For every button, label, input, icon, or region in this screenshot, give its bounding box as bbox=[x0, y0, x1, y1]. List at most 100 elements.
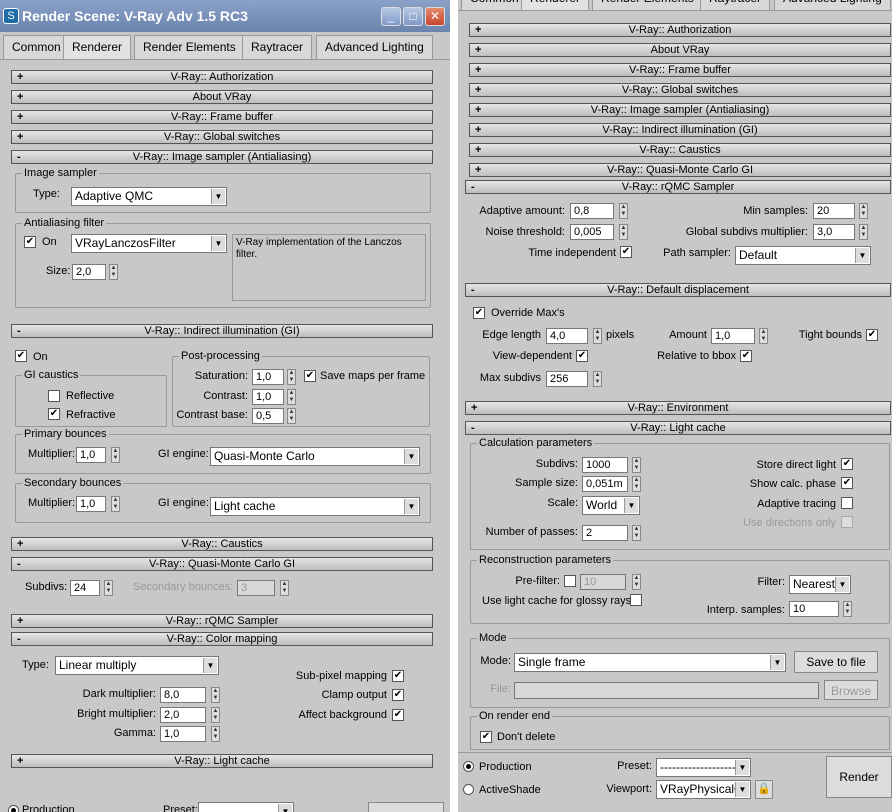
dark-multiplier-spinner[interactable]: ▲ ▼ bbox=[211, 687, 220, 703]
bright-multiplier-spinner[interactable]: ▲ ▼ bbox=[211, 707, 220, 723]
primary-multiplier-spinner[interactable]: ▲ ▼ bbox=[111, 447, 120, 463]
cm-type-dropdown[interactable]: Linear multiply ▼ bbox=[55, 656, 219, 675]
contrast-spinner[interactable]: ▲ ▼ bbox=[287, 389, 296, 405]
tight-bounds-checkbox[interactable]: ✔ bbox=[866, 329, 878, 341]
tab-raytracer[interactable]: Raytracer bbox=[700, 0, 771, 10]
rollout-environment[interactable]: + V-Ray:: Environment bbox=[465, 401, 891, 415]
dark-multiplier-input[interactable]: 8,0 bbox=[160, 687, 206, 703]
edge-length-input[interactable]: 4,0 bbox=[546, 328, 588, 344]
primary-multiplier-input[interactable]: 1,0 bbox=[76, 447, 106, 463]
rollout-indirect-illumination[interactable]: - V-Ray:: Indirect illumination (GI) bbox=[11, 324, 433, 338]
tab-raytracer[interactable]: Raytracer bbox=[242, 35, 313, 59]
noise-threshold-input[interactable]: 0,005 bbox=[570, 224, 614, 240]
tab-render-elements[interactable]: Render Elements bbox=[134, 35, 245, 59]
gamma-input[interactable]: 1,0 bbox=[160, 726, 206, 742]
rollout-about[interactable]: + About VRay bbox=[11, 90, 433, 104]
rollout-rqmc-sampler[interactable]: + V-Ray:: rQMC Sampler bbox=[11, 614, 433, 628]
lock-icon[interactable]: 🔒 bbox=[755, 780, 773, 799]
edge-length-spinner[interactable]: ▲ ▼ bbox=[593, 328, 602, 344]
secondary-multiplier-spinner[interactable]: ▲ ▼ bbox=[111, 496, 120, 512]
min-samples-spinner[interactable]: ▲ ▼ bbox=[859, 203, 868, 219]
saturation-input[interactable]: 1,0 bbox=[252, 369, 284, 385]
mode-dropdown[interactable]: Single frame ▼ bbox=[514, 653, 786, 672]
activeshade-radio[interactable] bbox=[463, 784, 474, 795]
interp-samples-input[interactable]: 10 bbox=[789, 601, 839, 617]
rollout-qmc-gi[interactable]: + V-Ray:: Quasi-Monte Carlo GI bbox=[469, 163, 891, 177]
rollout-light-cache[interactable]: - V-Ray:: Light cache bbox=[465, 421, 891, 435]
adaptive-amount-input[interactable]: 0,8 bbox=[570, 203, 614, 219]
rollout-light-cache[interactable]: + V-Ray:: Light cache bbox=[11, 754, 433, 768]
tab-advanced-lighting[interactable]: Advanced Lighting bbox=[316, 35, 433, 59]
lc-subdivs-input[interactable]: 1000 bbox=[582, 457, 628, 473]
size-input[interactable]: 2,0 bbox=[72, 264, 106, 280]
tab-renderer[interactable]: Renderer bbox=[521, 0, 590, 10]
reflective-checkbox[interactable] bbox=[48, 390, 60, 402]
render-button[interactable]: Render bbox=[826, 756, 892, 798]
view-dependent-checkbox[interactable]: ✔ bbox=[576, 350, 588, 362]
rollout-default-displacement[interactable]: - V-Ray:: Default displacement bbox=[465, 283, 891, 297]
time-independent-checkbox[interactable]: ✔ bbox=[620, 246, 632, 258]
contrast-base-input[interactable]: 0,5 bbox=[252, 408, 284, 424]
tab-advanced-lighting[interactable]: Advanced Lighting bbox=[774, 0, 891, 10]
filter-dropdown[interactable]: Nearest ▼ bbox=[789, 575, 851, 594]
size-spinner[interactable]: ▲ ▼ bbox=[109, 264, 118, 280]
rollout-authorization[interactable]: + V-Ray:: Authorization bbox=[469, 23, 891, 37]
preset-dropdown[interactable]: ▼ bbox=[198, 802, 294, 812]
rollout-indirect-illumination[interactable]: + V-Ray:: Indirect illumination (GI) bbox=[469, 123, 891, 137]
interp-samples-spinner[interactable]: ▲ ▼ bbox=[843, 601, 852, 617]
preset-dropdown[interactable]: ------------------- ▼ bbox=[656, 758, 751, 777]
qmc-subdivs-spinner[interactable]: ▲ ▼ bbox=[104, 580, 113, 596]
secondary-multiplier-input[interactable]: 1,0 bbox=[76, 496, 106, 512]
global-subdivs-input[interactable]: 3,0 bbox=[813, 224, 855, 240]
rollout-image-sampler[interactable]: - V-Ray:: Image sampler (Antialiasing) bbox=[11, 150, 433, 164]
rollout-color-mapping[interactable]: - V-Ray:: Color mapping bbox=[11, 632, 433, 646]
close-icon[interactable]: ✕ bbox=[425, 7, 445, 26]
relative-to-bbox-checkbox[interactable]: ✔ bbox=[740, 350, 752, 362]
secondary-gi-engine-dropdown[interactable]: Light cache ▼ bbox=[210, 497, 420, 516]
scale-dropdown[interactable]: World ▼ bbox=[582, 496, 640, 515]
maximize-icon[interactable]: □ bbox=[403, 7, 423, 26]
rollout-qmc-gi[interactable]: - V-Ray:: Quasi-Monte Carlo GI bbox=[11, 557, 433, 571]
sample-size-input[interactable]: 0,051m bbox=[582, 476, 628, 492]
noise-threshold-spinner[interactable]: ▲ ▼ bbox=[619, 224, 628, 240]
max-subdivs-spinner[interactable]: ▲ ▼ bbox=[593, 371, 602, 387]
affect-background-checkbox[interactable]: ✔ bbox=[392, 709, 404, 721]
store-direct-light-checkbox[interactable]: ✔ bbox=[841, 458, 853, 470]
sampler-type-dropdown[interactable]: Adaptive QMC ▼ bbox=[71, 187, 227, 206]
refractive-checkbox[interactable]: ✔ bbox=[48, 408, 60, 420]
minimize-icon[interactable]: _ bbox=[381, 7, 401, 26]
rollout-about[interactable]: + About VRay bbox=[469, 43, 891, 57]
prefilter-checkbox[interactable] bbox=[564, 575, 576, 587]
dont-delete-checkbox[interactable]: ✔ bbox=[480, 731, 492, 743]
production-radio[interactable] bbox=[8, 805, 19, 812]
tab-renderer[interactable]: Renderer bbox=[63, 35, 132, 59]
aa-filter-on-checkbox[interactable]: ✔ bbox=[24, 236, 36, 248]
rollout-frame-buffer[interactable]: + V-Ray:: Frame buffer bbox=[469, 63, 891, 77]
clamp-output-checkbox[interactable]: ✔ bbox=[392, 689, 404, 701]
lc-subdivs-spinner[interactable]: ▲ ▼ bbox=[632, 457, 641, 473]
save-to-file-button[interactable]: Save to file bbox=[794, 651, 878, 673]
contrast-base-spinner[interactable]: ▲ ▼ bbox=[287, 408, 296, 424]
number-of-passes-spinner[interactable]: ▲ ▼ bbox=[632, 525, 641, 541]
aa-filter-dropdown[interactable]: VRayLanczosFilter ▼ bbox=[71, 234, 227, 253]
glossy-rays-checkbox[interactable] bbox=[630, 594, 642, 606]
show-calc-phase-checkbox[interactable]: ✔ bbox=[841, 477, 853, 489]
rollout-authorization[interactable]: + V-Ray:: Authorization bbox=[11, 70, 433, 84]
contrast-input[interactable]: 1,0 bbox=[252, 389, 284, 405]
min-samples-input[interactable]: 20 bbox=[813, 203, 855, 219]
bright-multiplier-input[interactable]: 2,0 bbox=[160, 707, 206, 723]
qmc-subdivs-input[interactable]: 24 bbox=[70, 580, 100, 596]
save-maps-checkbox[interactable]: ✔ bbox=[304, 370, 316, 382]
amount-input[interactable]: 1,0 bbox=[711, 328, 755, 344]
subpixel-mapping-checkbox[interactable]: ✔ bbox=[392, 670, 404, 682]
rollout-frame-buffer[interactable]: + V-Ray:: Frame buffer bbox=[11, 110, 433, 124]
rollout-global-switches[interactable]: + V-Ray:: Global switches bbox=[11, 130, 433, 144]
rollout-image-sampler[interactable]: + V-Ray:: Image sampler (Antialiasing) bbox=[469, 103, 891, 117]
rollout-rqmc-sampler[interactable]: - V-Ray:: rQMC Sampler bbox=[465, 180, 891, 194]
production-radio[interactable] bbox=[463, 761, 474, 772]
viewport-dropdown[interactable]: VRayPhysicalC... ▼ bbox=[656, 780, 751, 799]
override-max-checkbox[interactable]: ✔ bbox=[473, 307, 485, 319]
rollout-global-switches[interactable]: + V-Ray:: Global switches bbox=[469, 83, 891, 97]
primary-gi-engine-dropdown[interactable]: Quasi-Monte Carlo ▼ bbox=[210, 447, 420, 466]
tab-common[interactable]: Common bbox=[3, 35, 70, 59]
